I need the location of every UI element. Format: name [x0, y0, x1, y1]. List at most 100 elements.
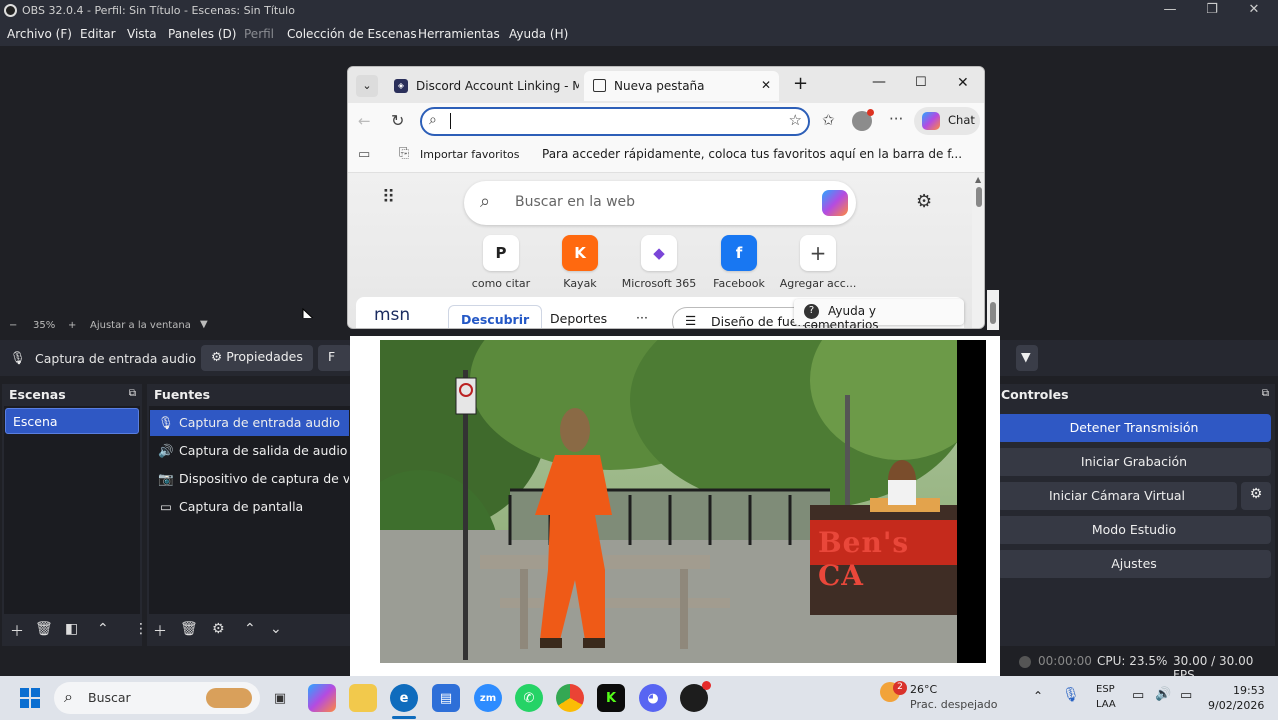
refresh-icon[interactable]: ↻ [391, 111, 404, 130]
dropdown-button[interactable]: ▼ [1016, 345, 1038, 371]
zoom-in-button[interactable]: + [68, 320, 76, 331]
collections-icon[interactable]: ▭ [358, 147, 370, 162]
menu-editar[interactable]: Editar [80, 27, 116, 41]
monitor-icon[interactable]: ▭ [1132, 688, 1144, 703]
more-options-icon[interactable]: ··· [889, 110, 903, 128]
source-item[interactable]: 📷 Dispositivo de captura de vídeo [150, 466, 349, 492]
quick-link[interactable]: ◆ Microsoft 365 [620, 235, 698, 290]
chrome-icon[interactable] [556, 684, 584, 712]
taskbar-search-box[interactable]: ⌕ Buscar [54, 682, 260, 714]
back-arrow-icon[interactable]: ← [358, 112, 371, 130]
scrollbar[interactable]: ▲ [972, 173, 984, 328]
tab-new-tab[interactable]: Nueva pestaña ✕ [584, 71, 779, 101]
menu-coleccion-escenas[interactable]: Colección de Escenas [287, 27, 417, 41]
minimize-icon[interactable]: — [872, 74, 886, 90]
weather-desc[interactable]: Prac. despejado [910, 698, 997, 711]
menu-herramientas[interactable]: Herramientas [418, 27, 500, 41]
more-icon[interactable]: ⋮ [134, 621, 148, 637]
quick-link[interactable]: + Agregar acc... [779, 235, 857, 290]
store-icon[interactable]: ▤ [432, 684, 460, 712]
source-item[interactable]: ▭ Captura de pantalla [150, 494, 349, 520]
minimize-icon[interactable]: — [1160, 2, 1180, 20]
chevron-up-icon[interactable]: ⌃ [244, 621, 256, 637]
language-line2[interactable]: LAA [1096, 699, 1116, 710]
msn-tab-sports[interactable]: Deportes [550, 311, 607, 326]
close-icon[interactable]: ✕ [1244, 2, 1264, 20]
address-bar[interactable]: ⌕ ☆ [420, 107, 810, 136]
tab-discord[interactable]: ◈ Discord Account Linking - Ma [386, 71, 579, 101]
help-feedback-button[interactable]: ? Ayuda y comentarios [794, 299, 964, 328]
new-tab-plus-icon[interactable]: + [793, 73, 808, 94]
file-explorer-icon[interactable] [349, 684, 377, 712]
clock-time[interactable]: 19:53 [1233, 684, 1265, 697]
tab-actions-chevron-icon[interactable]: ⌄ [356, 75, 378, 97]
copilot-icon[interactable] [822, 190, 848, 216]
weather-temp[interactable]: 26°C [910, 683, 937, 696]
msn-tab-discover[interactable]: Descubrir [448, 305, 543, 328]
clock-date[interactable]: 9/02/2026 [1208, 699, 1264, 712]
menu-vista[interactable]: Vista [127, 27, 157, 41]
scene-item[interactable]: Escena [5, 408, 139, 434]
maximize-icon[interactable]: ☐ [915, 75, 927, 90]
close-icon[interactable]: ✕ [957, 75, 969, 91]
trash-icon[interactable]: 🗑 [180, 621, 198, 637]
menu-perfil[interactable]: Perfil [244, 27, 274, 41]
close-tab-icon[interactable]: ✕ [761, 78, 771, 92]
menu-paneles[interactable]: Paneles (D) [168, 27, 236, 41]
menu-archivo[interactable]: Archivo (F) [7, 27, 72, 41]
add-icon[interactable]: ＋ [153, 621, 167, 641]
msn-more-tabs[interactable]: ··· [636, 310, 648, 325]
virtual-camera-settings-button[interactable]: ⚙ [1241, 482, 1271, 510]
apps-grid-icon[interactable]: ⠿ [382, 187, 395, 208]
undock-icon[interactable]: ⧉ [129, 388, 136, 399]
language-line1[interactable]: ESP [1096, 684, 1115, 695]
menu-ayuda[interactable]: Ayuda (H) [509, 27, 568, 41]
import-favorites-link[interactable]: Importar favoritos [420, 148, 519, 161]
battery-icon[interactable]: ▭ [1180, 688, 1192, 703]
gear-icon[interactable]: ⚙ [212, 621, 225, 637]
whatsapp-icon[interactable]: ✆ [515, 684, 543, 712]
microphone-icon[interactable]: 🎙 [1062, 687, 1080, 703]
undock-icon[interactable]: ⧉ [1262, 388, 1269, 399]
gear-icon[interactable]: ⚙ [916, 191, 932, 212]
scroll-thumb[interactable] [976, 187, 982, 207]
quick-link[interactable]: f Facebook [700, 235, 778, 290]
stop-stream-button[interactable]: Detener Transmisión [997, 414, 1271, 442]
kick-icon[interactable]: K [597, 684, 625, 712]
settings-button[interactable]: Ajustes [997, 550, 1271, 578]
edge-icon[interactable]: e [390, 684, 418, 712]
maximize-icon[interactable]: ❐ [1202, 2, 1222, 20]
chevron-up-icon[interactable]: ⌃ [1033, 689, 1043, 703]
filter-icon[interactable]: ◧ [65, 621, 78, 637]
fit-window-label[interactable]: Ajustar a la ventana [90, 320, 191, 331]
chevron-up-icon[interactable]: ⌃ [97, 621, 109, 637]
properties-button[interactable]: ⚙ Propiedades [201, 345, 313, 371]
copilot-icon[interactable] [308, 684, 336, 712]
obs-icon[interactable] [680, 681, 711, 712]
start-virtual-camera-button[interactable]: Iniciar Cámara Virtual [997, 482, 1237, 510]
source-item[interactable]: 🎙 Captura de entrada audio [150, 410, 349, 436]
zoom-icon[interactable]: zm [474, 684, 502, 712]
start-recording-button[interactable]: Iniciar Grabación [997, 448, 1271, 476]
quick-link[interactable]: K Kayak [541, 235, 619, 290]
chevron-down-icon[interactable]: ⌄ [270, 621, 282, 637]
speaker-icon[interactable]: 🔊 [1155, 687, 1171, 702]
video-frame[interactable]: Ben's CA [380, 340, 957, 663]
task-view-icon[interactable]: ▣ [266, 684, 294, 712]
scroll-up-icon[interactable]: ▲ [975, 175, 981, 184]
profile-avatar[interactable] [852, 109, 874, 131]
chevron-down-icon[interactable]: ▼ [200, 319, 208, 330]
filters-button[interactable]: F [318, 345, 352, 371]
add-icon[interactable]: ＋ [10, 621, 24, 641]
trash-icon[interactable]: 🗑 [35, 621, 53, 637]
source-item[interactable]: 🔊 Captura de salida de audio [150, 438, 349, 464]
quick-link[interactable]: P como citar [462, 235, 540, 290]
favorite-star-icon[interactable]: ☆ [789, 111, 802, 129]
scroll-thumb[interactable] [990, 302, 996, 324]
discord-icon[interactable]: ◕ [639, 684, 667, 712]
windows-start-icon[interactable] [20, 688, 40, 708]
copilot-chat-button[interactable]: Chat [914, 107, 980, 135]
studio-mode-button[interactable]: Modo Estudio [997, 516, 1271, 544]
favorites-list-icon[interactable]: ✩ [822, 111, 835, 129]
zoom-out-button[interactable]: − [9, 320, 17, 331]
